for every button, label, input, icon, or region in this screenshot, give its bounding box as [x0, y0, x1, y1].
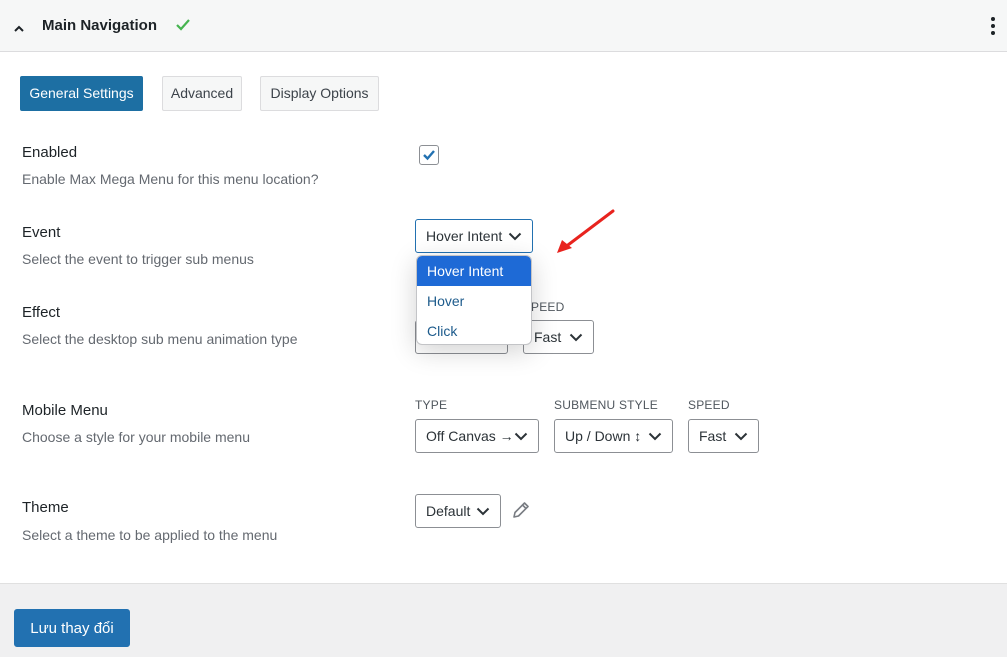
mobile-speed-select[interactable]: Fast	[688, 419, 759, 453]
event-dropdown-list: Hover Intent Hover Click	[416, 255, 532, 345]
theme-select[interactable]: Default	[415, 494, 501, 528]
effect-label: Effect	[22, 304, 61, 321]
tab-advanced[interactable]: Advanced	[162, 76, 242, 111]
theme-select-value: Default	[426, 503, 471, 519]
panel-title: Main Navigation	[42, 17, 158, 34]
panel-header: Main Navigation	[0, 0, 1007, 52]
effect-speed-value: Fast	[534, 329, 562, 345]
checkmark-icon	[423, 150, 435, 161]
settings-panel: Main Navigation General Settings Advance…	[0, 0, 1007, 584]
dropdown-option-hover-intent[interactable]: Hover Intent	[417, 256, 531, 286]
enabled-checkbox[interactable]	[419, 145, 439, 165]
tab-general-settings[interactable]: General Settings	[20, 76, 143, 111]
theme-label: Theme	[22, 499, 69, 516]
chevron-down-icon	[734, 432, 748, 441]
submenu-style-select[interactable]: Up / Down ↕	[554, 419, 673, 453]
mobile-speed-label: SPEED	[688, 398, 730, 412]
event-select[interactable]: Hover Intent	[415, 219, 533, 253]
mobile-type-select[interactable]: Off Canvas →	[415, 419, 539, 453]
theme-description: Select a theme to be applied to the menu	[22, 527, 278, 543]
mobile-speed-value: Fast	[699, 428, 727, 444]
submenu-style-value: Up / Down ↕	[565, 428, 642, 444]
enabled-description: Enable Max Mega Menu for this menu locat…	[22, 171, 319, 187]
chevron-down-icon	[648, 432, 662, 441]
chevron-down-icon	[508, 232, 522, 241]
chevron-down-icon	[476, 507, 490, 516]
save-changes-button[interactable]: Lưu thay đổi	[14, 609, 130, 647]
checkmark-icon	[176, 19, 190, 31]
effect-description: Select the desktop sub menu animation ty…	[22, 331, 298, 347]
submenu-style-label: SUBMENU STYLE	[554, 398, 658, 412]
enabled-label: Enabled	[22, 144, 78, 161]
chevron-up-icon[interactable]	[12, 22, 26, 34]
dropdown-option-click[interactable]: Click	[417, 316, 531, 344]
pencil-icon[interactable]	[511, 500, 531, 520]
mobile-type-label: TYPE	[415, 398, 448, 412]
chevron-down-icon	[569, 333, 583, 342]
effect-speed-label: PEED	[531, 300, 565, 314]
annotation-arrow-icon	[557, 209, 615, 253]
event-description: Select the event to trigger sub menus	[22, 251, 254, 267]
kebab-menu-icon[interactable]	[988, 16, 998, 36]
mobile-menu-label: Mobile Menu	[22, 402, 108, 419]
event-label: Event	[22, 224, 61, 241]
mobile-type-value: Off Canvas →	[426, 428, 514, 444]
dropdown-option-hover[interactable]: Hover	[417, 286, 531, 316]
tab-display-options[interactable]: Display Options	[260, 76, 379, 111]
chevron-down-icon	[514, 432, 528, 441]
event-select-value: Hover Intent	[426, 228, 503, 244]
effect-speed-select[interactable]: Fast	[523, 320, 594, 354]
mobile-menu-description: Choose a style for your mobile menu	[22, 429, 250, 445]
